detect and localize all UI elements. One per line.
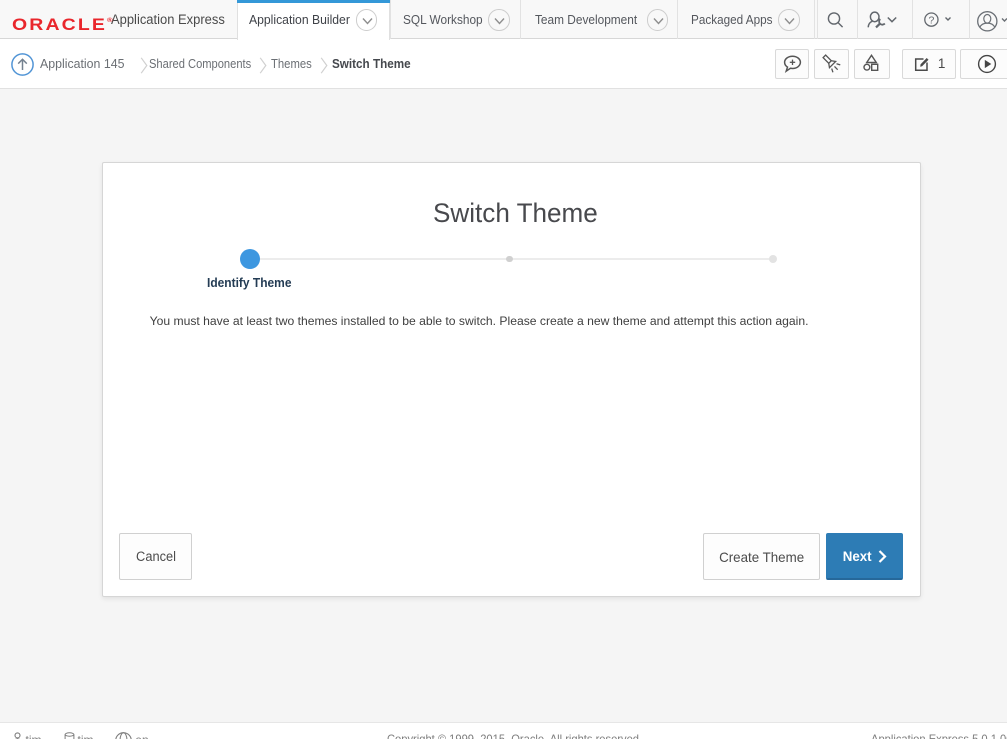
svg-text:?: ?	[928, 15, 934, 27]
